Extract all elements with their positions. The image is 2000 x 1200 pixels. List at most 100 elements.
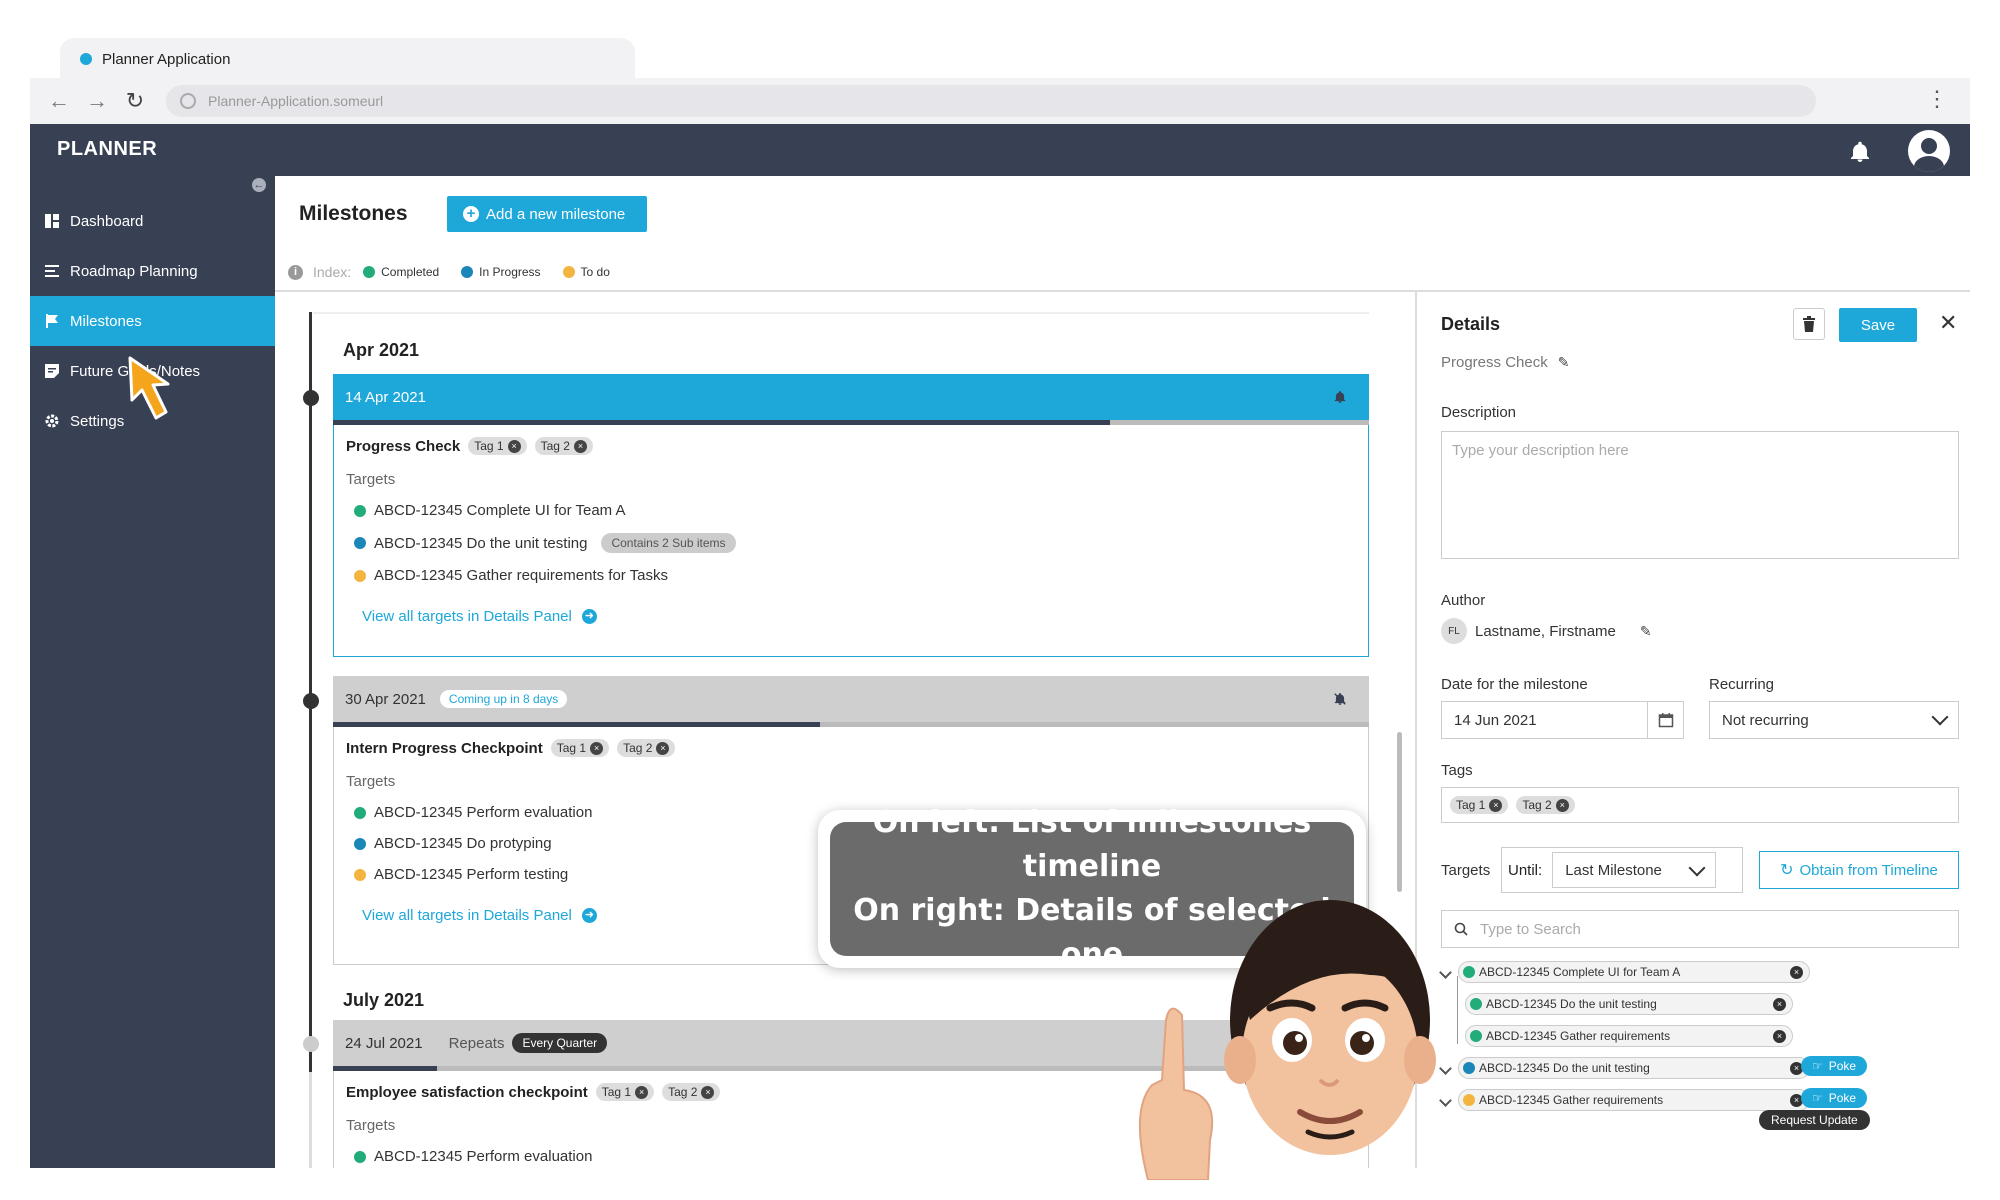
plus-icon: + [463, 206, 479, 222]
sidebar-item-roadmap[interactable]: Roadmap Planning [30, 246, 275, 296]
browser-tab[interactable]: Planner Application [60, 38, 635, 80]
month-heading: Apr 2021 [343, 340, 420, 360]
upcoming-badge: Coming up in 8 days [439, 690, 568, 708]
url-text: Planner-Application.someurl [208, 93, 384, 109]
gear-icon [45, 414, 59, 428]
tag-chip[interactable]: Tag 1 × [550, 739, 610, 757]
index-label: Index: [313, 264, 352, 280]
memoji-illustration [1138, 900, 1436, 1180]
chevron-down-icon [1688, 859, 1706, 877]
edit-icon[interactable]: ✎ [1558, 354, 1570, 371]
targets-label: Targets [346, 471, 396, 488]
target-tree-item[interactable]: ABCD-12345 Gather requirements × [1465, 1024, 1793, 1048]
save-button[interactable]: Save [1839, 308, 1917, 342]
dashboard-icon [45, 214, 59, 228]
remove-tag-icon: × [701, 1085, 715, 1099]
flag-icon [46, 314, 58, 328]
repeats-label: Repeats [448, 1034, 505, 1052]
tags-field[interactable]: Tag 1 × Tag 2 × [1441, 787, 1959, 823]
tag-chip[interactable]: Tag 2 × [1516, 796, 1575, 814]
details-panel: Details Save ✕ Progress Check ✎ Descript… [1415, 292, 1970, 1168]
close-icon[interactable]: ✕ [1939, 310, 1957, 336]
date-field[interactable]: 14 Jun 2021 [1441, 701, 1684, 739]
legend-todo: To do [562, 265, 610, 279]
obtain-from-timeline-button[interactable]: ↻ Obtain from Timeline [1759, 851, 1959, 889]
remove-tag-icon: × [590, 741, 604, 755]
legend-in-progress: In Progress [461, 265, 541, 279]
repeat-badge: Every Quarter [512, 1033, 608, 1053]
until-select[interactable]: Last Milestone [1552, 852, 1717, 888]
view-all-targets-link[interactable]: View all targets in Details Panel ➜ [346, 608, 1356, 625]
search-input[interactable]: Type to Search [1441, 910, 1959, 948]
trash-icon [1803, 316, 1815, 332]
tab-title: Planner Application [102, 50, 231, 68]
target-tree-item[interactable]: ABCD-12345 Complete UI for Team A × [1439, 960, 1810, 984]
date-label: Date for the milestone [1441, 676, 1588, 693]
author-avatar: FL [1441, 618, 1467, 644]
globe-icon [180, 93, 196, 109]
target-item: ABCD-12345 Do the unit testing Contains 2… [346, 533, 1356, 553]
page-title: Milestones [299, 202, 408, 225]
tag-chip[interactable]: Tag 2 × [534, 437, 593, 455]
chevron-down-icon [1931, 708, 1949, 726]
milestone-date: 14 Apr 2021 [345, 388, 426, 406]
poke-button[interactable]: ☞ Poke [1801, 1056, 1867, 1076]
forward-icon[interactable]: → [82, 86, 112, 116]
description-field[interactable]: Type your description here [1441, 431, 1959, 559]
author-label: Author [1441, 592, 1486, 609]
remove-tag-icon: × [635, 1085, 649, 1099]
remove-tag-icon: × [1555, 798, 1569, 812]
tag-chip[interactable]: Tag 1 × [1450, 796, 1509, 814]
address-bar[interactable]: Planner-Application.someurl [166, 85, 1816, 117]
target-item: ABCD-12345 Complete UI for Team A [346, 502, 1356, 519]
back-icon[interactable]: ← [44, 86, 74, 116]
add-milestone-label: Add a new milestone [486, 205, 626, 223]
tag-chip[interactable]: Tag 1 × [468, 437, 527, 455]
browser-toolbar: ← → ↻ Planner-Application.someurl ⋮ [30, 78, 1970, 124]
user-avatar-icon[interactable] [1908, 130, 1950, 172]
poke-button[interactable]: ☞ Poke [1801, 1088, 1867, 1108]
milestone-card-header: 14 Apr 2021 [333, 374, 1369, 420]
search-icon [1454, 922, 1468, 936]
collapse-sidebar-icon[interactable]: ← [252, 178, 266, 192]
planner-app: PLANNER ← Dashboard Roadmap Planning Mil… [30, 124, 1970, 1168]
timeline-dot [303, 390, 319, 406]
timeline-line-future [309, 1072, 312, 1168]
reload-icon[interactable]: ↻ [120, 86, 150, 116]
month-heading: July 2021 [343, 990, 425, 1010]
remove-icon: × [1773, 1030, 1786, 1043]
edit-icon[interactable]: ✎ [1640, 623, 1652, 640]
browser-menu-icon[interactable]: ⋮ [1926, 86, 1948, 112]
tag-chip[interactable]: Tag 1 × [595, 1083, 655, 1101]
targets-label: Targets [1441, 862, 1491, 879]
refresh-icon: ↻ [1780, 862, 1794, 879]
sidebar-item-dashboard[interactable]: Dashboard [30, 196, 275, 246]
add-milestone-button[interactable]: + Add a new milestone [447, 196, 647, 232]
target-tree-item[interactable]: ABCD-12345 Gather requirements × [1439, 1088, 1810, 1112]
notification-bell-icon[interactable] [1848, 140, 1872, 164]
bell-icon[interactable] [1333, 390, 1347, 404]
app-logo: PLANNER [57, 138, 158, 160]
sidebar-item-label: Settings [70, 412, 125, 430]
timeline-scrollbar[interactable] [1397, 732, 1402, 892]
request-update-tooltip: Request Update [1759, 1110, 1870, 1130]
arrow-right-icon: ➜ [581, 609, 597, 624]
calendar-icon[interactable] [1647, 702, 1683, 738]
info-icon: i [288, 264, 303, 280]
recurring-select[interactable]: Not recurring [1709, 701, 1959, 739]
author-name: Lastname, Firstname [1475, 622, 1616, 640]
tag-chip[interactable]: Tag 2 × [662, 1083, 721, 1101]
milestone-card[interactable]: 14 Apr 2021 Progress Check Tag 1 × Tag 2 ×… [333, 374, 1369, 657]
sidebar-item-label: Dashboard [70, 212, 144, 230]
milestone-card-header: 30 Apr 2021 Coming up in 8 days [333, 676, 1369, 722]
bell-off-icon[interactable] [1333, 692, 1347, 706]
target-item: ABCD-12345 Gather requirements for Tasks [346, 567, 1356, 584]
target-tree-item[interactable]: ABCD-12345 Do the unit testing × [1439, 1056, 1810, 1080]
recurring-label: Recurring [1709, 676, 1775, 693]
sidebar-item-milestones[interactable]: Milestones [30, 296, 275, 346]
tag-chip[interactable]: Tag 2 × [617, 739, 676, 757]
target-tree-item[interactable]: ABCD-12345 Do the unit testing × [1465, 992, 1793, 1016]
delete-button[interactable] [1793, 308, 1825, 340]
note-icon [45, 364, 59, 378]
status-index: i Index: Completed In Progress To do [288, 264, 632, 280]
